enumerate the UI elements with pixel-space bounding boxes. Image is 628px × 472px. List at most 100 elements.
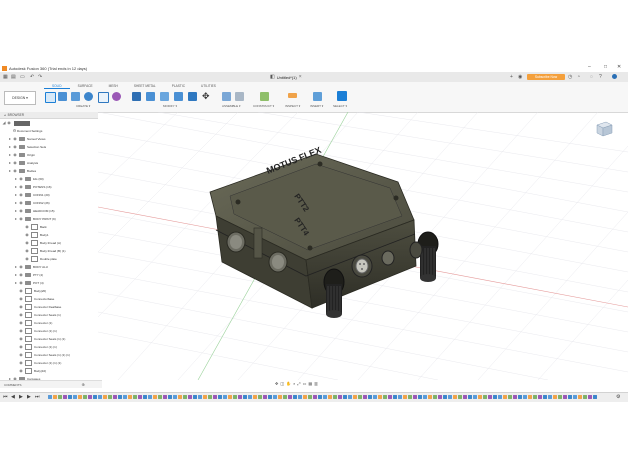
zoom-icon[interactable]: ⌕ [293,381,295,386]
browser-item[interactable]: ◉ Back [0,223,98,231]
browser-item[interactable]: ▸ ◉ PT7 (4) [0,271,98,279]
timeline-end-icon[interactable]: ⏭ [35,394,40,400]
timeline-feature-icon[interactable] [318,395,322,399]
tab-plastic[interactable]: PLASTIC [164,83,193,89]
form-icon[interactable] [112,92,121,101]
timeline-feature-icon[interactable] [103,395,107,399]
visibility-icon[interactable]: ◉ [18,287,24,295]
timeline-feature-icon[interactable] [543,395,547,399]
visibility-icon[interactable]: ◉ [18,279,24,287]
chamfer-icon[interactable] [160,92,169,101]
avatar[interactable] [612,74,617,79]
timeline-feature-icon[interactable] [143,395,147,399]
timeline-feature-icon[interactable] [133,395,137,399]
visibility-icon[interactable]: ◉ [18,215,24,223]
browser-item[interactable]: ◉ Body thread (B) (1) [0,247,98,255]
press-pull-icon[interactable] [132,92,141,101]
timeline-feature-icon[interactable] [223,395,227,399]
viewport-canvas[interactable]: MOTUS FLEX PTT2 PTT4 [98,112,628,380]
visibility-icon[interactable]: ◉ [18,367,24,375]
extrude-icon[interactable] [71,92,80,101]
visibility-icon[interactable]: ◉ [18,263,24,271]
browser-item[interactable]: ◉ Body(10) [0,367,98,375]
pan-icon[interactable]: ✋ [286,381,291,386]
timeline-feature-icon[interactable] [493,395,497,399]
timeline-feature-icon[interactable] [268,395,272,399]
close-icon[interactable]: ✕ [617,64,621,70]
new-component-icon[interactable] [45,92,56,103]
timeline-feature-icon[interactable] [263,395,267,399]
timeline-feature-icon[interactable] [593,395,597,399]
timeline-feature-icon[interactable] [533,395,537,399]
create-sketch-icon[interactable] [58,92,67,101]
timeline-feature-icon[interactable] [583,395,587,399]
timeline-feature-icon[interactable] [128,395,132,399]
timeline-feature-icon[interactable] [393,395,397,399]
timeline-feature-icon[interactable] [363,395,367,399]
timeline-feature-icon[interactable] [168,395,172,399]
visibility-icon[interactable]: ◉ [18,351,24,359]
timeline-feature-icon[interactable] [303,395,307,399]
visibility-icon[interactable]: ◉ [24,239,30,247]
timeline-feature-icon[interactable] [118,395,122,399]
timeline-feature-icon[interactable] [298,395,302,399]
save-icon[interactable]: ▭ [20,74,25,80]
timeline-feature-icon[interactable] [588,395,592,399]
browser-item[interactable]: ◉ Connector (1) (1) [0,343,98,351]
combine-icon[interactable] [188,92,197,101]
timeline-feature-icon[interactable] [188,395,192,399]
browser-item[interactable]: ▸ ◉ Selection Sets [0,143,98,151]
revolve-icon[interactable] [84,92,93,101]
timeline-feature-icon[interactable] [488,395,492,399]
timeline-feature-icon[interactable] [438,395,442,399]
timeline-feature-icon[interactable] [338,395,342,399]
grid-menu-icon[interactable]: ▦ [3,74,8,80]
visibility-icon[interactable]: ◉ [12,143,18,151]
maximize-icon[interactable]: □ [604,64,607,70]
visibility-icon[interactable]: ◉ [24,247,30,255]
browser-item[interactable]: ▸ ◉ lids (60) [0,175,98,183]
tab-close-icon[interactable]: × [299,74,302,80]
timeline-feature-icon[interactable] [413,395,417,399]
timeline-feature-icon[interactable] [248,395,252,399]
jobs-icon[interactable]: ◔ [577,74,580,80]
timeline-feature-icon[interactable] [193,395,197,399]
timeline-feature-icon[interactable] [83,395,87,399]
browser-item[interactable]: ▸ ◉ BODY ALU [0,263,98,271]
timeline-feature-icon[interactable] [498,395,502,399]
visibility-icon[interactable]: ◉ [18,199,24,207]
insert-image-icon[interactable] [313,92,322,101]
browser-item[interactable]: ⚙ Document Settings [0,127,98,135]
timeline-feature-icon[interactable] [238,395,242,399]
visibility-icon[interactable]: ◉ [18,207,24,215]
browser-item[interactable]: ▸ ◉ HEADCOM (15) [0,207,98,215]
timeline-feature-icon[interactable] [98,395,102,399]
visibility-icon[interactable]: ◉ [18,295,24,303]
browser-item[interactable]: ◉ Connector Dealbase [0,303,98,311]
timeline-feature-icon[interactable] [463,395,467,399]
timeline-feature-icon[interactable] [563,395,567,399]
timeline-feature-icon[interactable] [453,395,457,399]
move-icon[interactable]: ✥ [202,91,210,102]
visibility-icon[interactable]: ◉ [18,191,24,199]
file-icon[interactable]: ▤ [11,74,16,80]
comments-panel[interactable]: COMMENTS ⊕ [0,380,102,388]
timeline-feature-icon[interactable] [163,395,167,399]
visibility-icon[interactable]: ◉ [12,151,18,159]
timeline-feature-icon[interactable] [578,395,582,399]
visibility-icon[interactable]: ◉ [18,327,24,335]
redo-icon[interactable]: ↷ [38,74,42,80]
timeline-feature-icon[interactable] [148,395,152,399]
timeline-feature-icon[interactable] [523,395,527,399]
construct-menu[interactable]: CONSTRUCT ▾ [253,104,274,108]
timeline-feature-icon[interactable] [573,395,577,399]
assemble-joint-icon[interactable] [222,92,231,101]
timeline-feature-icon[interactable] [353,395,357,399]
timeline-feature-icon[interactable] [53,395,57,399]
fit-icon[interactable]: ⤢ [297,381,300,386]
timeline-feature-icon[interactable] [213,395,217,399]
browser-item[interactable]: ◉ Connector Seats (1) (1) (1) [0,351,98,359]
timeline-feature-icon[interactable] [473,395,477,399]
timeline-feature-icon[interactable] [88,395,92,399]
timeline-feature-icon[interactable] [388,395,392,399]
